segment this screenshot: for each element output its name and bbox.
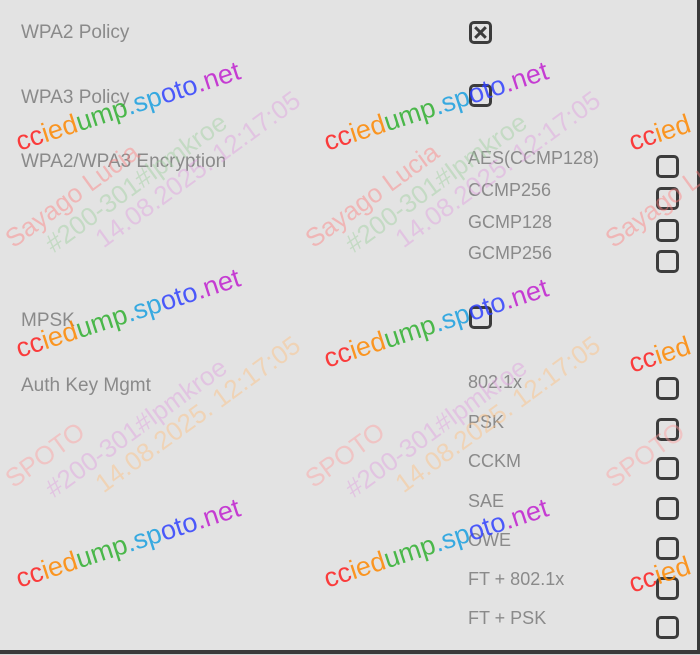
encryption-option-label: GCMP256: [468, 243, 553, 263]
akm-option-label: OWE: [468, 530, 511, 550]
wpa3-policy-checkbox[interactable]: [469, 84, 492, 107]
akm-option-label: PSK: [468, 412, 505, 432]
encryption-aes-ccmp128-checkbox[interactable]: [656, 155, 679, 178]
akm-cckm-checkbox[interactable]: [656, 457, 679, 480]
akm-label: Auth Key Mgmt: [21, 375, 151, 396]
akm-ft-psk-checkbox[interactable]: [656, 616, 679, 639]
akm-psk-checkbox[interactable]: [656, 418, 679, 441]
akm-option-label: 802.1x: [468, 372, 523, 392]
akm-option-label: SAE: [468, 491, 505, 511]
mpsk-label: MPSK: [21, 310, 75, 331]
akm-ft-8021x-checkbox[interactable]: [656, 577, 679, 600]
encryption-ccmp256-checkbox[interactable]: [656, 187, 679, 210]
encryption-gcmp256-checkbox[interactable]: [656, 250, 679, 273]
wpa2-policy-label: WPA2 Policy: [21, 22, 130, 43]
wpa2-policy-checkbox[interactable]: [469, 21, 492, 44]
encryption-option-label: AES(CCMP128): [468, 148, 600, 168]
mpsk-checkbox[interactable]: [469, 306, 492, 329]
akm-option-label: CCKM: [468, 451, 521, 471]
encryption-gcmp128-checkbox[interactable]: [656, 219, 679, 242]
akm-sae-checkbox[interactable]: [656, 497, 679, 520]
akm-option-label: FT + 802.1x: [468, 569, 565, 589]
encryption-option-label: GCMP128: [468, 212, 553, 232]
akm-option-label: FT + PSK: [468, 608, 547, 628]
akm-8021x-checkbox[interactable]: [656, 377, 679, 400]
encryption-option-label: CCMP256: [468, 180, 552, 200]
wlan-security-panel: WPA2 Policy WPA3 Policy WPA2/WPA3 Encryp…: [0, 0, 700, 654]
wpa3-policy-label: WPA3 Policy: [21, 87, 130, 108]
akm-owe-checkbox[interactable]: [656, 537, 679, 560]
encryption-label: WPA2/WPA3 Encryption: [21, 151, 227, 172]
